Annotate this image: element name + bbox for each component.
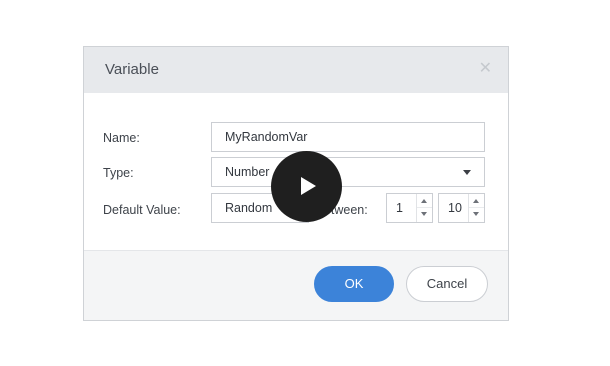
dialog-header: Variable ✕ bbox=[84, 47, 508, 93]
default-value-label: Default Value: bbox=[103, 203, 181, 217]
min-decrement-icon[interactable] bbox=[417, 208, 432, 222]
name-input[interactable]: MyRandomVar bbox=[211, 122, 485, 152]
min-stepper-buttons bbox=[416, 194, 432, 222]
screen: Variable ✕ Name: MyRandomVar Type: Numbe… bbox=[0, 0, 610, 366]
type-select[interactable]: Number bbox=[211, 157, 485, 187]
name-label: Name: bbox=[103, 131, 140, 145]
play-button[interactable] bbox=[271, 151, 342, 222]
max-decrement-icon[interactable] bbox=[469, 208, 484, 222]
play-icon bbox=[301, 177, 316, 195]
min-value: 1 bbox=[396, 201, 403, 215]
type-label: Type: bbox=[103, 166, 134, 180]
max-value: 10 bbox=[448, 201, 462, 215]
max-stepper-buttons bbox=[468, 194, 484, 222]
cancel-button[interactable]: Cancel bbox=[406, 266, 488, 302]
close-icon[interactable]: ✕ bbox=[479, 60, 492, 78]
min-value-stepper[interactable]: 1 bbox=[386, 193, 433, 223]
type-select-value: Number bbox=[225, 165, 270, 179]
max-increment-icon[interactable] bbox=[469, 194, 484, 208]
dialog-title: Variable bbox=[105, 61, 159, 78]
min-increment-icon[interactable] bbox=[417, 194, 432, 208]
ok-button[interactable]: OK bbox=[314, 266, 394, 302]
chevron-down-icon bbox=[463, 170, 471, 175]
max-value-stepper[interactable]: 10 bbox=[438, 193, 485, 223]
